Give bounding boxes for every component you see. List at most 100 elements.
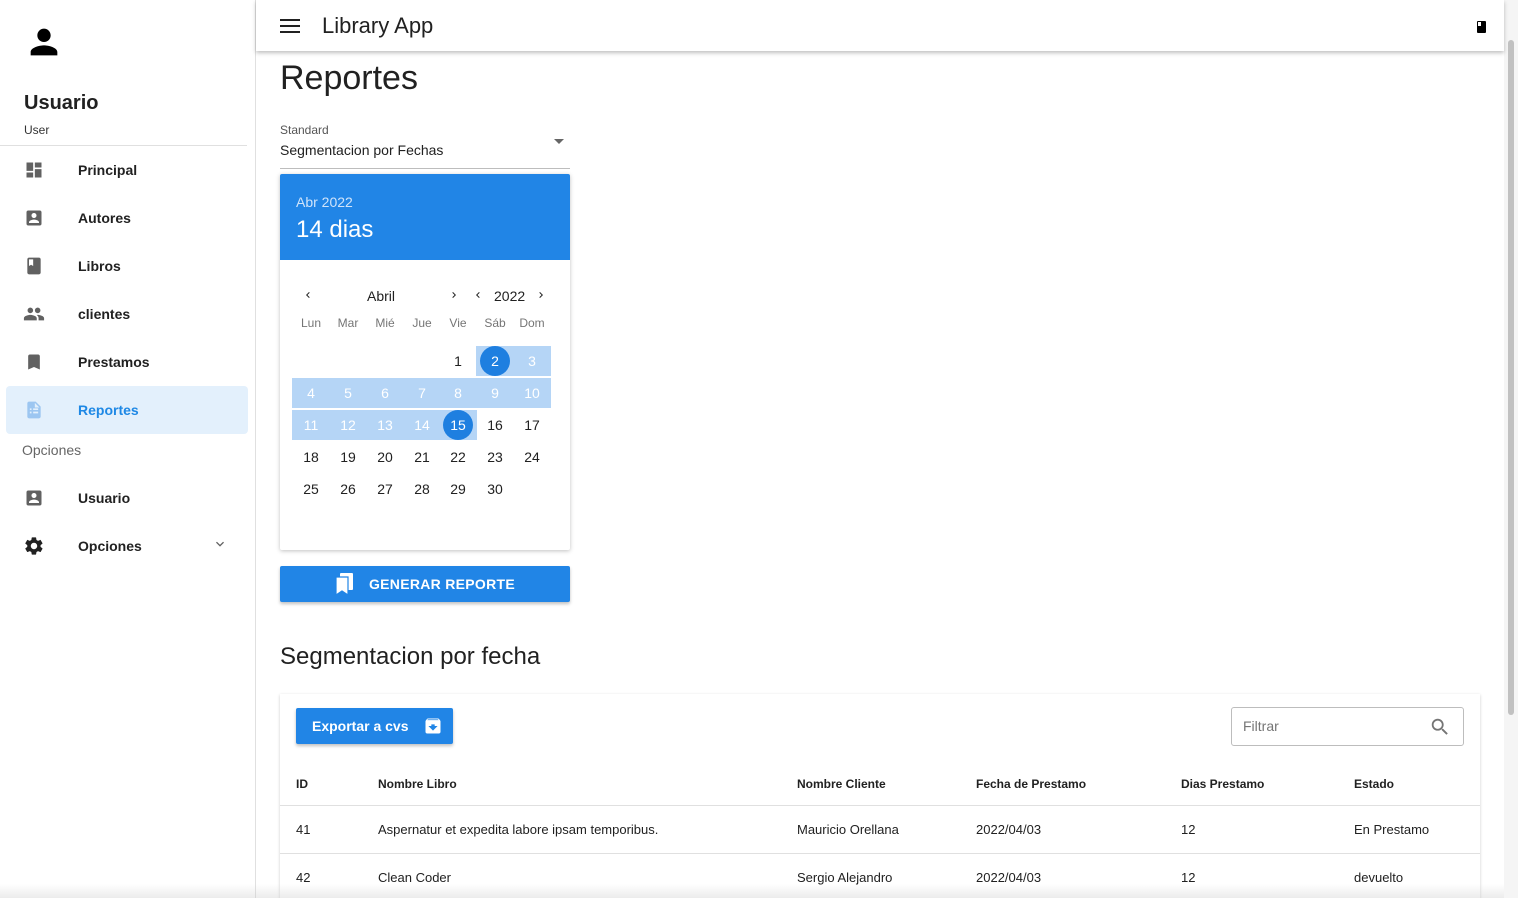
calendar-day[interactable]: 23	[480, 442, 510, 472]
header-range: 14 dias	[296, 216, 374, 243]
cell-date: 2022/04/03	[976, 870, 1042, 885]
table-row[interactable]: 41 Aspernatur et expedita labore ipsam t…	[280, 806, 1480, 854]
cell-id: 42	[296, 870, 311, 885]
calendar-day[interactable]: 24	[517, 442, 547, 472]
column-header[interactable]: Fecha de Prestamo	[976, 763, 1086, 805]
prev-month-icon[interactable]	[302, 288, 314, 304]
calendar-day[interactable]: 7	[407, 378, 437, 408]
cell-status: En Prestamo	[1354, 822, 1430, 837]
sidebar-item-usuario[interactable]: Usuario	[6, 474, 248, 522]
user-block: Usuario User	[0, 0, 247, 146]
calendar-day[interactable]: 28	[407, 474, 437, 504]
calendar-day[interactable]: 19	[333, 442, 363, 472]
page-scrollbar[interactable]	[1504, 0, 1518, 898]
sidebar-item-label: Principal	[78, 162, 138, 178]
year-label[interactable]: 2022	[494, 288, 525, 304]
chevron-down-icon[interactable]	[212, 536, 228, 557]
select-value: Segmentacion por Fechas	[280, 142, 444, 158]
column-header[interactable]: Dias Prestamo	[1181, 763, 1264, 805]
sidebar-item-label: Prestamos	[78, 354, 150, 370]
column-header[interactable]: Nombre Cliente	[797, 763, 886, 805]
app-title: Library App	[322, 12, 434, 38]
calendar-day[interactable]: 10	[517, 378, 547, 408]
prev-year-icon[interactable]	[472, 288, 484, 304]
cell-days: 12	[1181, 870, 1196, 885]
sidebar-item-prestamos[interactable]: Prestamos	[6, 338, 248, 386]
dropdown-arrow-icon	[554, 139, 564, 144]
sidebar-item-autores[interactable]: Autores	[6, 194, 248, 242]
calendar-day[interactable]: 9	[480, 378, 510, 408]
weekday-label: Sáb	[484, 316, 506, 330]
sidebar: Usuario User Principal Autores Libros cl…	[0, 0, 256, 898]
calendar-day[interactable]: 22	[443, 442, 473, 472]
book-icon	[22, 254, 46, 278]
sidebar-item-label: Opciones	[78, 538, 142, 554]
calendar-day[interactable]: 15	[443, 410, 473, 440]
cell-date: 2022/04/03	[976, 822, 1042, 837]
calendar-day[interactable]: 14	[407, 410, 437, 440]
weekday-row: Lun Mar Mié Jue Vie Sáb Dom	[280, 316, 570, 338]
calendar-day[interactable]: 21	[407, 442, 437, 472]
calendar-day[interactable]: 26	[333, 474, 363, 504]
next-year-icon[interactable]	[535, 288, 547, 304]
table-row[interactable]: 42 Clean Coder Sergio Alejandro 2022/04/…	[280, 854, 1480, 898]
calendar-day[interactable]: 3	[517, 346, 547, 376]
contact-card-icon	[22, 206, 46, 230]
report-icon	[22, 398, 46, 422]
calendar-day[interactable]: 13	[370, 410, 400, 440]
cell-client: Sergio Alejandro	[797, 870, 893, 885]
section-title: Segmentacion por fecha	[280, 643, 541, 670]
calendar-day[interactable]: 4	[296, 378, 326, 408]
calendar-day[interactable]: 2	[480, 346, 510, 376]
hamburger-menu-icon[interactable]	[278, 14, 302, 38]
month-label[interactable]: Abril	[367, 288, 395, 304]
calendar-day[interactable]: 27	[370, 474, 400, 504]
cell-client: Mauricio Orellana	[797, 822, 899, 837]
sidebar-item-clientes[interactable]: clientes	[6, 290, 248, 338]
calendar-day[interactable]: 16	[480, 410, 510, 440]
calendar-day[interactable]: 20	[370, 442, 400, 472]
header-month-year[interactable]: Abr 2022	[296, 194, 554, 210]
calendar-day[interactable]: 1	[443, 346, 473, 376]
nav-menu: Principal Autores Libros clientes Presta…	[6, 146, 248, 570]
export-csv-button[interactable]: Exportar a cvs	[296, 708, 453, 744]
weekday-label: Jue	[412, 316, 432, 330]
search-icon[interactable]	[1429, 716, 1451, 743]
column-header[interactable]: Nombre Libro	[378, 763, 457, 805]
sidebar-item-principal[interactable]: Principal	[6, 146, 248, 194]
calendar-day[interactable]: 5	[333, 378, 363, 408]
report-table-card: Exportar a cvs ID Nombre Libro Nombre Cl…	[280, 694, 1480, 898]
calendar-day[interactable]: 25	[296, 474, 326, 504]
sidebar-item-opciones[interactable]: Opciones	[6, 522, 248, 570]
sidebar-item-label: Usuario	[78, 490, 131, 506]
calendar-day[interactable]: 30	[480, 474, 510, 504]
sidebar-item-reportes[interactable]: Reportes	[6, 386, 248, 434]
date-range-picker: Abr 2022 14 dias Abril 2022 Lun Mar Mié Jue…	[280, 174, 570, 550]
calendar-day[interactable]: 11	[296, 410, 326, 440]
bookmark-icon	[22, 350, 46, 374]
library-books-icon	[335, 573, 355, 595]
top-app-bar: Library App	[256, 0, 1504, 51]
column-header[interactable]: ID	[296, 763, 308, 805]
calendar-day[interactable]: 18	[296, 442, 326, 472]
weekday-label: Dom	[519, 316, 545, 330]
calendar-day[interactable]: 29	[443, 474, 473, 504]
export-label: Exportar a cvs	[312, 718, 409, 734]
report-type-select[interactable]: Standard Segmentacion por Fechas	[280, 123, 570, 169]
sidebar-item-libros[interactable]: Libros	[6, 242, 248, 290]
book-icon[interactable]	[1477, 20, 1486, 33]
calendar-day[interactable]: 17	[517, 410, 547, 440]
next-month-icon[interactable]	[448, 288, 460, 304]
scrollbar-thumb[interactable]	[1508, 40, 1514, 715]
calendar-day[interactable]: 8	[443, 378, 473, 408]
filter-input[interactable]	[1243, 718, 1423, 734]
sidebar-item-label: clientes	[78, 306, 131, 322]
calendar-day[interactable]: 12	[333, 410, 363, 440]
calendar-day[interactable]: 6	[370, 378, 400, 408]
generate-report-button[interactable]: GENERAR REPORTE	[280, 566, 570, 602]
people-icon	[22, 302, 46, 326]
filter-field[interactable]	[1231, 707, 1464, 746]
column-header[interactable]: Estado	[1354, 763, 1394, 805]
dashboard-icon	[22, 158, 46, 182]
page-title: Reportes	[280, 59, 418, 97]
